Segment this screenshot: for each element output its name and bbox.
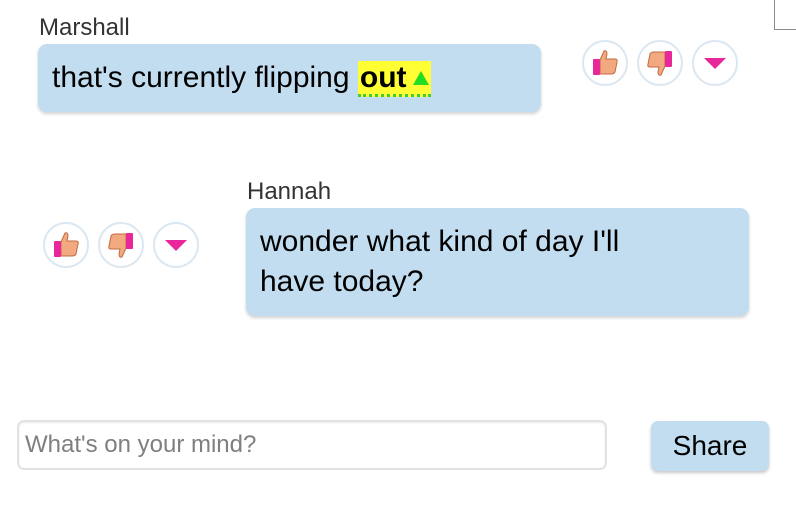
more-reactions-button[interactable] xyxy=(692,40,738,86)
sender-name: Marshall xyxy=(39,14,130,41)
thumbs-down-button[interactable] xyxy=(98,222,144,268)
share-button[interactable]: Share xyxy=(651,421,769,471)
chat-page: Marshall that's currently flipping out H… xyxy=(0,0,796,518)
message-input[interactable] xyxy=(17,420,607,470)
highlighted-word-text: out xyxy=(359,61,407,94)
thumbs-up-button[interactable] xyxy=(582,40,628,86)
sender-name: Hannah xyxy=(247,178,332,205)
thumbs-up-icon xyxy=(593,50,618,75)
triangle-up-icon xyxy=(412,71,429,85)
thumbs-down-icon xyxy=(108,233,133,258)
chevron-down-icon xyxy=(165,240,187,251)
chevron-down-icon xyxy=(704,58,726,69)
thumbs-up-button[interactable] xyxy=(43,222,89,268)
message-bubble: that's currently flipping out xyxy=(38,44,541,112)
message-bubble: wonder what kind of day I'll have today? xyxy=(246,208,749,316)
message-text: that's currently flipping xyxy=(52,61,358,94)
message-text-line: wonder what kind of day I'll xyxy=(260,225,620,258)
thumbs-down-icon xyxy=(647,51,672,76)
thumbs-down-button[interactable] xyxy=(637,40,683,86)
highlighted-word[interactable]: out xyxy=(357,61,431,97)
window-corner xyxy=(774,0,796,30)
more-reactions-button[interactable] xyxy=(153,222,199,268)
thumbs-up-icon xyxy=(54,232,79,257)
message-text-line: have today? xyxy=(260,265,424,298)
